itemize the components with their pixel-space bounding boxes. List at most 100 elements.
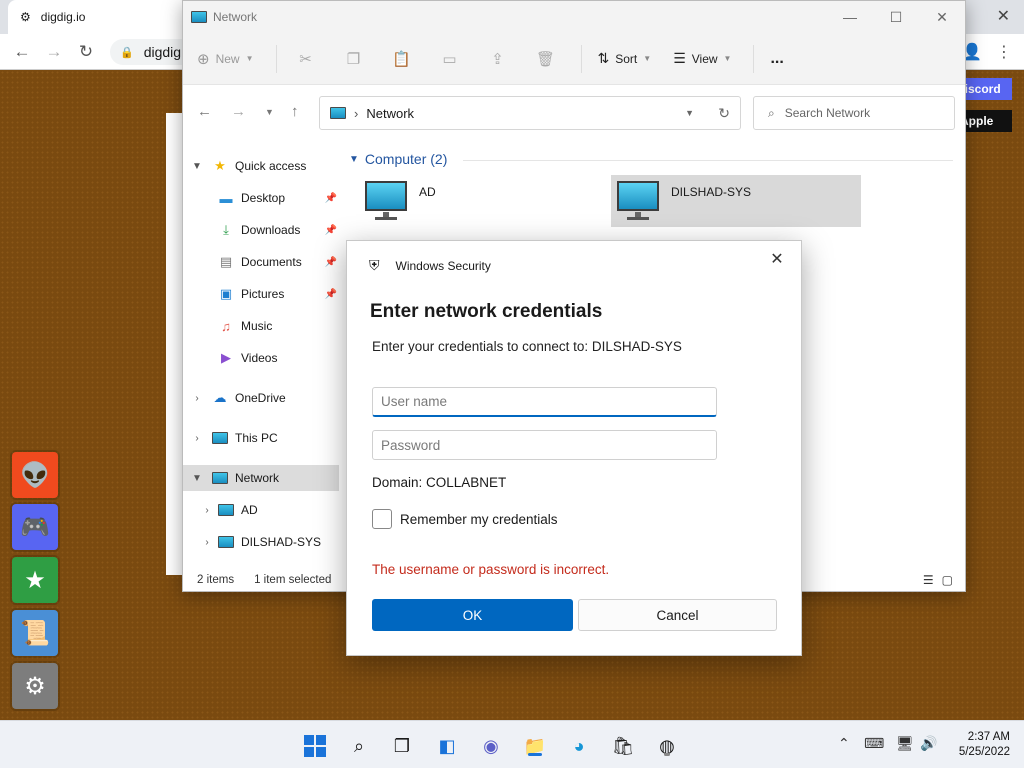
widgets-icon[interactable]: ◧: [434, 733, 460, 759]
sidebar-label: OneDrive: [235, 391, 286, 405]
start-icon[interactable]: [302, 733, 328, 759]
browser-reload-icon[interactable]: ↻: [76, 42, 96, 62]
ok-button[interactable]: OK: [372, 599, 573, 631]
more-options-button[interactable]: ...: [770, 50, 783, 68]
sidebar-item-ad[interactable]: › AD: [183, 497, 339, 523]
pin-icon[interactable]: 📌: [325, 225, 337, 236]
maximize-icon[interactable]: ☐: [873, 1, 919, 33]
sidebar-item-pictures[interactable]: ▣ Pictures 📌: [183, 281, 339, 307]
search-input[interactable]: ⌕ Search Network: [753, 96, 955, 130]
pin-icon[interactable]: 📌: [325, 289, 337, 300]
browser-menu-icon[interactable]: ⋮: [996, 42, 1012, 62]
group-header-label: Computer (2): [364, 151, 448, 167]
clock[interactable]: 2:37 AM 5/25/2022: [959, 730, 1010, 760]
tiles-view-icon[interactable]: ▢: [942, 573, 953, 587]
chevron-right-icon[interactable]: ›: [199, 537, 215, 548]
sidebar-label: This PC: [235, 431, 278, 445]
share-icon[interactable]: ⇪: [485, 50, 511, 68]
recent-chevron-icon[interactable]: ▼: [265, 107, 274, 117]
computer-item-ad[interactable]: AD: [359, 175, 599, 227]
paste-icon[interactable]: 📋: [389, 50, 415, 68]
pin-icon[interactable]: 📌: [325, 257, 337, 268]
chevron-down-icon: ▼: [349, 153, 359, 165]
store-icon[interactable]: 🛍: [610, 733, 636, 759]
sidebar-item-onedrive[interactable]: › ☁ OneDrive: [183, 385, 339, 411]
sidebar-item-documents[interactable]: ▤ Documents 📌: [183, 249, 339, 275]
browser-address-text: digdig: [143, 44, 182, 60]
chevron-right-icon[interactable]: ›: [199, 505, 215, 516]
shield-icon: ⛨: [369, 257, 380, 273]
volume-icon[interactable]: 🔊: [920, 735, 937, 752]
sidebar-item-network[interactable]: ▼ Network: [183, 465, 339, 491]
download-icon: ⤓: [223, 222, 229, 237]
cut-icon[interactable]: ✂: [293, 50, 319, 68]
chrome-icon[interactable]: ◍: [654, 733, 680, 759]
chevron-down-icon[interactable]: ▼: [189, 161, 205, 172]
sidebar-item-this-pc[interactable]: › This PC: [183, 425, 339, 451]
group-header[interactable]: ▼ Computer (2): [349, 151, 447, 167]
checkbox[interactable]: [372, 509, 392, 529]
site-favicon-icon: ⚙: [20, 10, 31, 24]
network-tray-icon[interactable]: 🖥: [896, 735, 914, 752]
password-field[interactable]: [372, 430, 717, 460]
chevron-down-icon: ▼: [723, 54, 732, 63]
chevron-down-icon: ▼: [643, 54, 652, 63]
refresh-icon[interactable]: ↻: [718, 105, 730, 122]
cancel-button[interactable]: Cancel: [578, 599, 777, 631]
new-button[interactable]: ⊕ New ▼: [197, 50, 254, 68]
sidebar-item-downloads[interactable]: ⤓ Downloads 📌: [183, 217, 339, 243]
chat-icon[interactable]: ◉: [478, 733, 504, 759]
video-icon: ▶: [221, 350, 231, 365]
sidebar-item-music[interactable]: ♫ Music: [183, 313, 339, 339]
pin-icon[interactable]: 📌: [325, 193, 337, 204]
sidebar-item-videos[interactable]: ▶ Videos: [183, 345, 339, 371]
address-bar[interactable]: › Network ▼ ↻: [319, 96, 741, 130]
error-message: The username or password is incorrect.: [372, 562, 610, 577]
reddit-icon[interactable]: 👽: [12, 452, 58, 498]
search-icon[interactable]: ⌕: [346, 733, 372, 759]
settings-gear-icon[interactable]: ⚙: [12, 663, 58, 709]
up-arrow-icon[interactable]: ↑: [291, 103, 299, 120]
sidebar-label: Downloads: [241, 223, 301, 237]
remember-credentials-checkbox[interactable]: Remember my credentials: [372, 509, 558, 529]
chevron-right-icon[interactable]: ›: [189, 433, 205, 444]
tray-chevron-icon[interactable]: ⌃: [838, 735, 850, 752]
sort-button[interactable]: ⇅ Sort ▼: [598, 50, 652, 67]
task-view-icon[interactable]: ❐: [389, 733, 415, 759]
leaderboard-icon[interactable]: ★: [12, 557, 58, 603]
scroll-icon[interactable]: 📜: [12, 610, 58, 656]
back-arrow-icon[interactable]: ←: [197, 103, 212, 120]
username-field[interactable]: [372, 387, 717, 417]
edge-icon[interactable]: ◕: [566, 733, 592, 759]
close-icon[interactable]: ✕: [919, 1, 965, 33]
sidebar-label: Music: [241, 319, 273, 333]
view-button[interactable]: ☰ View ▼: [673, 50, 731, 67]
sidebar-item-dilshad-sys[interactable]: › DILSHAD-SYS: [183, 529, 339, 555]
copy-icon[interactable]: ❐: [341, 50, 367, 68]
close-icon[interactable]: ✕: [767, 249, 787, 269]
discord-icon[interactable]: 🎮: [12, 504, 58, 550]
credentials-dialog: ⛨ Windows Security ✕ Enter network crede…: [346, 240, 802, 656]
explorer-nav-row: ← → ▼ ↑ › Network ▼ ↻ ⌕ Search Network: [183, 85, 965, 141]
file-explorer-icon[interactable]: 📁: [522, 733, 548, 759]
sidebar-item-desktop[interactable]: ▬ Desktop 📌: [183, 185, 339, 211]
browser-tab[interactable]: ⚙ digdig.io: [8, 0, 188, 34]
browser-back-icon[interactable]: ←: [12, 42, 32, 62]
chevron-right-icon[interactable]: ›: [189, 393, 205, 404]
chevron-down-icon[interactable]: ▼: [189, 473, 205, 484]
rename-icon[interactable]: ▭: [437, 50, 463, 68]
toolbar-divider: [753, 44, 755, 73]
explorer-command-bar: ⊕ New ▼ ✂ ❐ 📋 ▭ ⇪ 🗑 ⇅ Sort ▼ ☰ View ▼ ..…: [183, 33, 965, 85]
browser-forward-icon[interactable]: →: [44, 42, 64, 62]
delete-icon[interactable]: 🗑: [533, 50, 559, 68]
view-label: View: [691, 51, 718, 66]
forward-arrow-icon[interactable]: →: [231, 103, 246, 120]
browser-close-icon[interactable]: ✕: [997, 6, 1010, 26]
keyboard-icon[interactable]: ⌨: [864, 735, 884, 752]
computer-item-dilshad-sys[interactable]: DILSHAD-SYS: [611, 175, 861, 227]
minimize-icon[interactable]: —: [827, 1, 873, 33]
address-dropdown-icon[interactable]: ▼: [685, 108, 694, 118]
breadcrumb-chevron-icon: ›: [354, 105, 359, 121]
sidebar-item-quick-access[interactable]: ▼ ★ Quick access: [183, 153, 339, 179]
details-view-icon[interactable]: ☰: [923, 573, 934, 587]
